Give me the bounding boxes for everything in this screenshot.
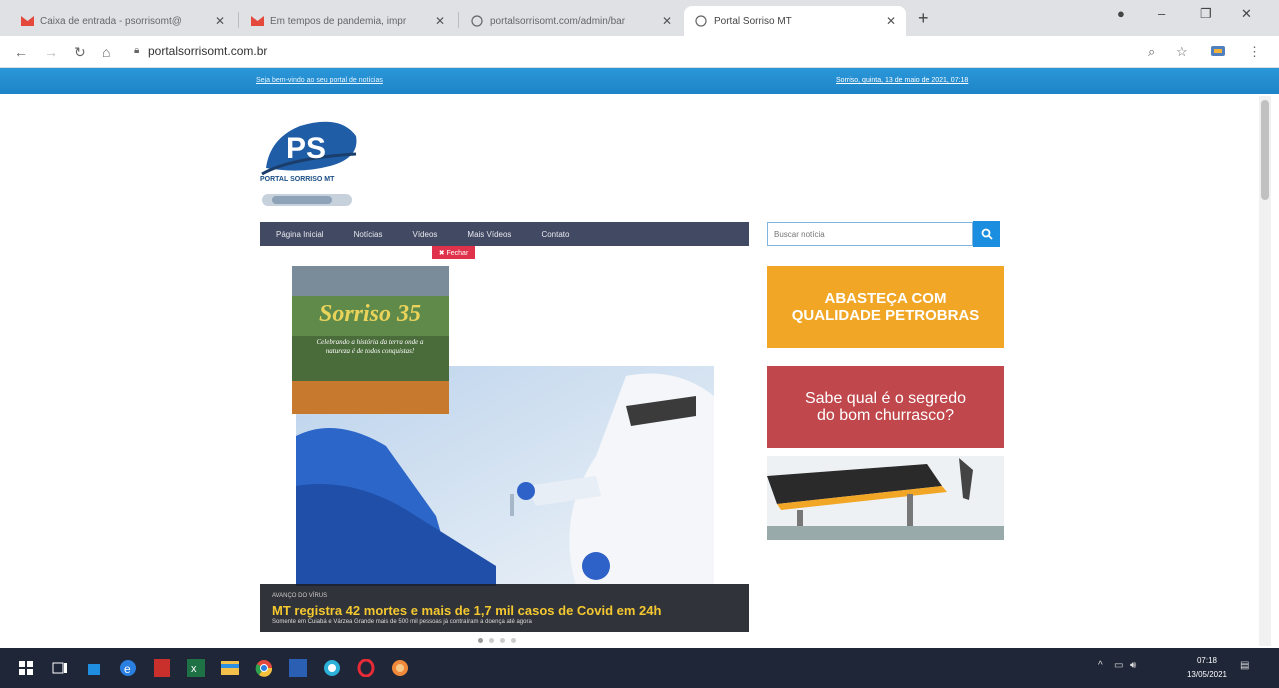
tab-portal-sorriso[interactable]: Portal Sorriso MT ✕ [684,6,906,36]
tab-admin[interactable]: portalsorrisomt.com/admin/bar ✕ [460,6,682,36]
churrasco-ad[interactable]: Sabe qual é o segredo do bom churrasco? [767,366,1004,448]
forward-icon[interactable]: → [44,44,58,60]
word-icon[interactable] [288,658,308,678]
tab-gmail-inbox[interactable]: Caixa de entrada - psorrisomt@ ✕ [10,6,235,36]
site-nav: Página Inicial Notícias Vídeos Mais Víde… [260,222,749,246]
bookmark-star-icon[interactable]: ☆ [1176,44,1188,60]
slider-dot[interactable] [489,638,494,643]
gas-station-image [767,456,1004,540]
promo-text: Celebrando a história da terra onde a na… [316,338,424,355]
nav-videos[interactable]: Vídeos [413,230,438,239]
ps-logo-icon: PS [261,121,357,176]
close-tab-icon[interactable]: ✕ [662,14,672,28]
zoom-icon[interactable]: ⌕ [1148,44,1155,60]
slide-caption[interactable]: AVANÇO DO VÍRUS MT registra 42 mortes e … [260,584,749,632]
pdf-reader-icon[interactable] [152,658,172,678]
ad1-line2: QUALIDADE PETROBRAS [791,307,980,324]
gas-station-ad[interactable] [767,456,1004,540]
ad1-line1: ABASTEÇA COM [824,290,947,307]
logo-letters: PS [286,132,326,165]
media-app-icon[interactable] [322,658,342,678]
slider-dot[interactable] [511,638,516,643]
screen: { "browser": { "tabs": [ {"title": "Caix… [0,0,1279,688]
logo-badge [262,194,352,206]
store-icon[interactable] [84,658,104,678]
browser-toolbar: ← → ↻ ⌂ 🔒︎ portalsorrisomt.com.br ⌕ ☆ ⋮ [0,36,1279,68]
search-icon [981,228,993,240]
tab-title: Portal Sorriso MT [714,15,792,27]
app-icon[interactable] [390,658,410,678]
clock-time: 07:18 [1196,656,1217,665]
slide-subtitle: Somente em Cuiabá e Várzea Grande mais d… [272,619,532,625]
close-tab-icon[interactable]: ✕ [435,14,445,28]
slider-dot[interactable] [500,638,505,643]
profile-icon[interactable]: ● [1117,6,1125,21]
edge-icon[interactable]: e [118,658,138,678]
search-button[interactable] [973,221,1000,247]
windows-taskbar: e x ^ ▭ 🔊︎ 07:18 13/05/2021 ▤ [0,648,1279,688]
menu-icon[interactable]: ⋮ [1248,44,1261,60]
home-icon[interactable]: ⌂ [102,44,110,60]
ad2-line1: Sabe qual é o segredo [804,390,966,407]
opera-icon[interactable] [356,658,376,678]
reload-icon[interactable]: ↻ [74,44,86,61]
svg-text:e: e [124,662,131,676]
network-icon[interactable]: ▭ [1114,660,1123,671]
browser-tab-bar: Caixa de entrada - psorrisomt@ ✕ Em temp… [0,0,1279,36]
nav-home[interactable]: Página Inicial [276,230,324,239]
search-input[interactable] [767,222,973,246]
site-top-strip: Seja bem-vindo ao seu portal de notícias… [0,68,1279,96]
task-view-icon[interactable] [50,658,70,678]
page-scrollbar[interactable] [1259,96,1271,646]
file-explorer-icon[interactable] [220,658,240,678]
tab-title: portalsorrisomt.com/admin/bar [490,15,626,27]
slide-headline[interactable]: MT registra 42 mortes e mais de 1,7 mil … [272,603,661,618]
ad2-line2: do bom churrasco? [817,407,954,424]
globe-icon [694,15,708,27]
petrobras-ad[interactable]: ABASTEÇA COM QUALIDADE PETROBRAS [767,266,1004,348]
globe-icon [470,15,484,27]
maximize-icon[interactable]: ❐ [1200,6,1212,22]
address-bar[interactable]: portalsorrisomt.com.br [148,44,267,58]
tab-title: Em tempos de pandemia, impr [270,15,407,27]
tab-gmail-pandemia[interactable]: Em tempos de pandemia, impr ✕ [240,6,455,36]
slider-dot[interactable] [478,638,483,643]
gmail-icon [20,15,34,27]
tab-separator [458,12,459,28]
excel-icon[interactable]: x [186,658,206,678]
close-tab-icon[interactable]: ✕ [886,14,896,28]
site-logo[interactable]: PS PORTAL SORRISO MT [260,118,370,210]
notifications-icon[interactable]: ▤ [1240,660,1249,671]
system-clock[interactable]: 07:18 13/05/2021 [1187,654,1227,682]
tray-arrow-icon[interactable]: ^ [1098,660,1103,671]
scrollbar-thumb[interactable] [1261,100,1269,200]
welcome-text: Seja bem-vindo ao seu portal de notícias [256,77,383,84]
svg-text:x: x [191,663,197,675]
tab-title: Caixa de entrada - psorrisomt@ [40,15,182,27]
slider-dots [478,638,516,643]
nav-contact[interactable]: Contato [541,230,569,239]
promo-image: Sorriso 35 Celebrando a história da terr… [292,266,449,414]
gmail-icon [250,15,264,27]
nav-news[interactable]: Notícias [354,230,383,239]
volume-icon[interactable]: 🔊︎ [1130,660,1136,671]
close-window-icon[interactable]: ✕ [1241,6,1252,22]
logo-name: PORTAL SORRISO MT [260,176,335,183]
windows-start-icon[interactable] [16,658,36,678]
date-text: Sorriso, quinta, 13 de maio de 2021, 07:… [836,77,969,84]
clock-date: 13/05/2021 [1186,670,1227,679]
slide-kicker: AVANÇO DO VÍRUS [272,593,328,599]
tab-separator [238,12,239,28]
sorriso-35-banner[interactable]: Sorriso 35 Celebrando a história da terr… [292,266,449,414]
close-tab-icon[interactable]: ✕ [215,14,225,28]
chrome-icon[interactable] [254,658,274,678]
lock-icon[interactable]: 🔒︎ [134,45,139,56]
back-icon[interactable]: ← [14,44,28,60]
minimize-icon[interactable]: – [1158,6,1165,21]
new-tab-icon[interactable]: + [918,8,929,29]
close-popup-button[interactable]: ✖ Fechar [432,246,475,259]
promo-title: Sorriso 35 [319,301,421,327]
extension-icon[interactable] [1210,44,1226,61]
nav-more-videos[interactable]: Mais Vídeos [467,230,511,239]
